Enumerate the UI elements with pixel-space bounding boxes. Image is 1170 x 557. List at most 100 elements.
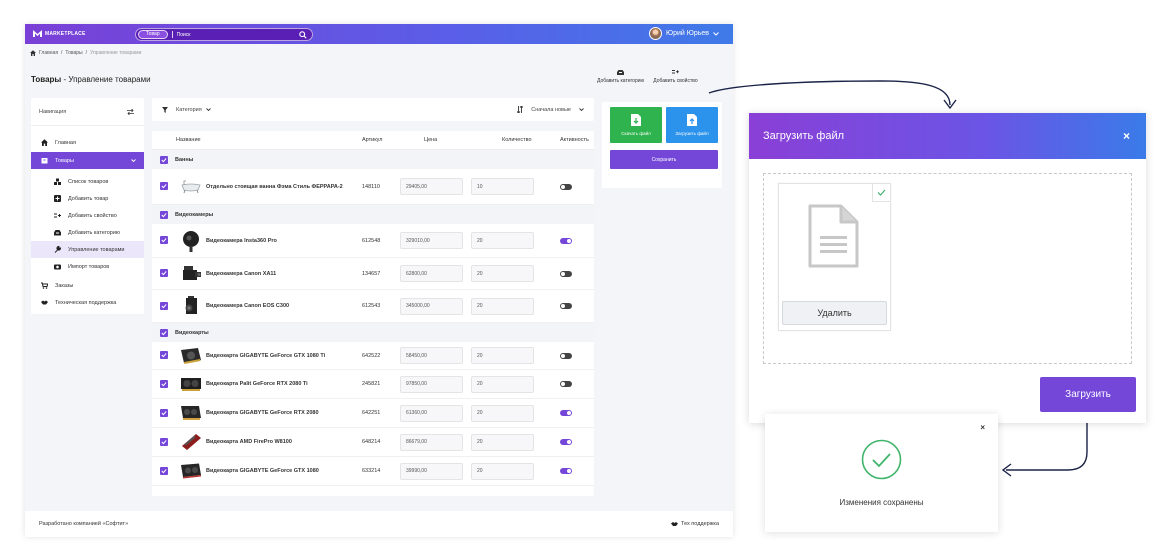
search-icon[interactable] (299, 30, 307, 39)
product-image-cell (176, 230, 206, 252)
sort-dropdown[interactable]: Сначала новые (517, 106, 584, 113)
column-qty[interactable]: Количество (484, 137, 545, 143)
arrow-to-upload-modal (708, 80, 951, 106)
sort-label: Сначала новые (531, 106, 571, 113)
product-name[interactable]: Видеокамера Canon EOS C300 (206, 303, 362, 309)
active-toggle[interactable] (560, 381, 572, 387)
camera-icon (54, 264, 61, 270)
qty-input[interactable]: 20 (471, 404, 534, 422)
delete-file-button[interactable]: Удалить (782, 301, 887, 325)
row-checkbox[interactable] (160, 236, 168, 244)
search-box[interactable]: Товар Поиск (135, 28, 313, 41)
user-menu[interactable]: Юрий Юрьев (649, 27, 719, 40)
product-name[interactable]: Видеокарта GIGABYTE GeForce RTX 2080 (206, 410, 362, 416)
sidebar: Навигация Главная Товары Список товаров … (31, 98, 144, 314)
product-image-cell (176, 295, 206, 317)
price-input[interactable]: 29405,00 (400, 178, 463, 195)
active-toggle[interactable] (560, 439, 572, 445)
breadcrumb-home[interactable]: Главная (39, 50, 58, 56)
price-input[interactable]: 62800,00 (400, 265, 463, 282)
price-input[interactable]: 345000,00 (400, 297, 463, 315)
product-name[interactable]: Видеокамера Canon XA11 (206, 271, 362, 277)
price-input[interactable]: 58450,00 (400, 347, 463, 364)
sidebar-item-orders[interactable]: Заказы (31, 277, 144, 294)
modal-title: Загрузить файл (763, 130, 845, 142)
table-row: Видеокамера Canon XA11 134657 62800,00 2… (152, 258, 594, 290)
column-name[interactable]: Название (176, 137, 362, 143)
qty-input[interactable]: 20 (471, 297, 534, 315)
upload-file-button[interactable]: Загрузить файл (666, 107, 718, 143)
sidebar-subitem-import-goods[interactable]: Импорт товаров (31, 258, 144, 275)
inbox-icon (54, 230, 61, 236)
product-image-cell (176, 462, 206, 480)
qty-input[interactable]: 20 (471, 433, 534, 451)
product-name[interactable]: Видеокарта AMD FirePro W8100 (206, 439, 362, 445)
active-toggle[interactable] (560, 183, 572, 190)
footer-support-link[interactable]: Тех поддержка (671, 521, 719, 527)
active-toggle[interactable] (560, 410, 572, 416)
row-checkbox[interactable] (160, 301, 168, 310)
qty-input[interactable]: 20 (471, 375, 534, 393)
price-input[interactable]: 329010,00 (400, 232, 463, 249)
product-name[interactable]: Видеокарта GIGABYTE GeForce GTX 1080 (206, 468, 362, 474)
row-checkbox[interactable] (160, 182, 168, 190)
product-name[interactable]: Видеокарта Palit GeForce RTX 2080 Ti (206, 381, 362, 387)
active-toggle[interactable] (560, 237, 572, 244)
qty-input[interactable]: 10 (471, 178, 534, 195)
close-icon[interactable]: × (980, 423, 985, 432)
download-file-button[interactable]: Скачать файл (610, 107, 662, 143)
product-name[interactable]: Видеокарта GIGABYTE GeForce GTX 1080 Ti (206, 353, 362, 359)
qty-input[interactable]: 20 (471, 347, 534, 364)
column-price[interactable]: Цена (412, 137, 484, 143)
price-input[interactable]: 39990,00 (400, 462, 463, 480)
sidebar-subitem-label: Список товаров (68, 178, 109, 185)
sidebar-subitem-manage-goods[interactable]: Управление товарами (31, 241, 144, 258)
file-upload-icon (687, 114, 697, 126)
sidebar-subitem-add-property[interactable]: Добавить свойство (31, 207, 144, 224)
add-property-button[interactable]: Добавить свойство (653, 69, 698, 84)
row-checkbox[interactable] (160, 269, 168, 277)
add-category-button[interactable]: Добавить категорию (597, 69, 644, 84)
logo[interactable]: MARKETPLACE (33, 30, 86, 37)
row-checkbox[interactable] (160, 466, 168, 475)
column-active[interactable]: Активность (545, 137, 593, 143)
row-checkbox[interactable] (160, 351, 168, 359)
active-toggle[interactable] (560, 303, 572, 309)
breadcrumb-goods[interactable]: Товары (65, 50, 82, 56)
sidebar-item-home[interactable]: Главная (31, 134, 144, 151)
qty-input[interactable]: 20 (471, 232, 534, 249)
upload-file-modal: Загрузить файл × Удалить Загрузить (749, 113, 1146, 423)
check-icon (161, 410, 167, 415)
row-checkbox[interactable] (160, 437, 168, 446)
sidebar-subitem-add-category[interactable]: Добавить категорию (31, 224, 144, 241)
price-input[interactable]: 97850,00 (400, 375, 463, 393)
qty-input[interactable]: 20 (471, 265, 534, 282)
price-input[interactable]: 61360,00 (400, 404, 463, 422)
column-article[interactable]: Артикул (362, 137, 412, 143)
sidebar-item-support[interactable]: Техническая поддержка (31, 294, 144, 311)
save-button[interactable]: Сохранить (610, 150, 718, 169)
file-dropzone[interactable]: Удалить (763, 173, 1132, 364)
product-name[interactable]: Видеокамера Insta360 Pro (206, 238, 362, 244)
close-icon[interactable]: × (1123, 129, 1130, 143)
search-scope-chip[interactable]: Товар (138, 30, 168, 39)
price-input[interactable]: 86679,00 (400, 433, 463, 451)
sidebar-item-goods[interactable]: Товары (31, 152, 144, 169)
product-name[interactable]: Отдельно стоящая ванна Фэма Стиль ФЕРРАР… (206, 184, 362, 190)
check-icon (161, 303, 167, 308)
group-checkbox[interactable] (160, 155, 168, 164)
qty-input[interactable]: 20 (471, 462, 534, 480)
sidebar-subitem-goods-list[interactable]: Список товаров (31, 173, 144, 190)
group-checkbox[interactable] (160, 328, 168, 337)
search-input[interactable]: Поиск (177, 32, 299, 38)
active-toggle[interactable] (560, 352, 572, 359)
active-toggle[interactable] (560, 468, 572, 474)
sidebar-subitem-add-goods[interactable]: Добавить товар (31, 190, 144, 207)
row-checkbox[interactable] (160, 379, 168, 388)
active-toggle[interactable] (560, 270, 572, 277)
swap-icon[interactable] (127, 108, 134, 115)
submit-upload-button[interactable]: Загрузить (1040, 377, 1136, 412)
group-checkbox[interactable] (160, 210, 168, 219)
row-checkbox[interactable] (160, 408, 168, 417)
category-filter-dropdown[interactable]: Категория (176, 107, 212, 113)
